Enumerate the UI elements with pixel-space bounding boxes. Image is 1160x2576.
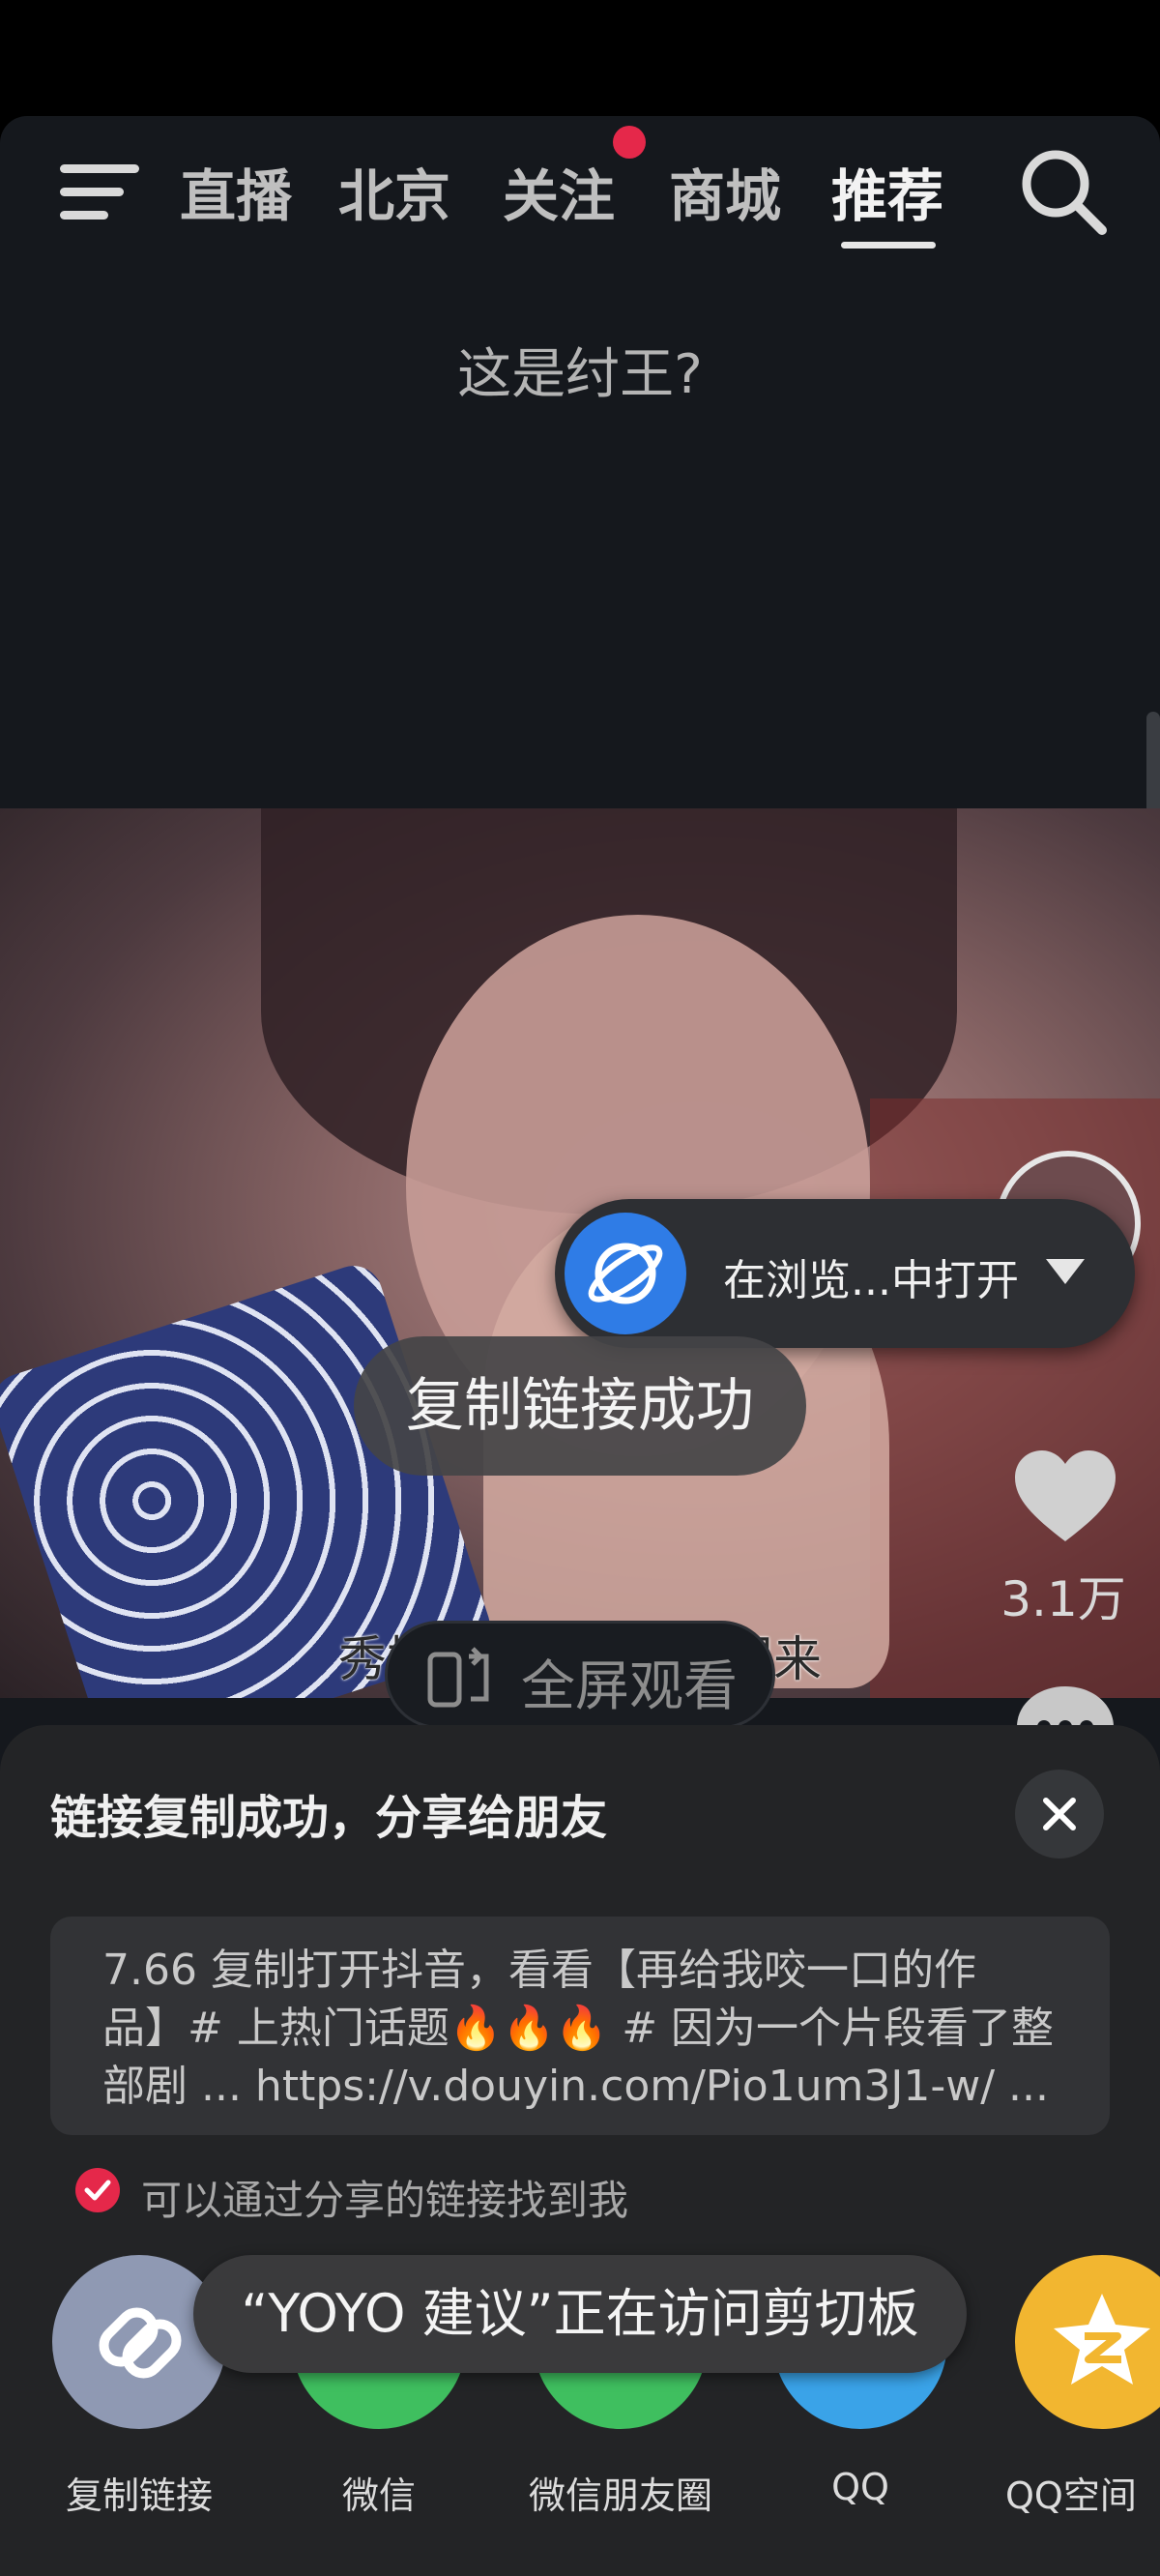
share-label-qzone: QQ空间 [1005,2474,1137,2517]
checkbox-checked-icon[interactable] [75,2168,120,2212]
link-line-2: 品】# 上热门话题🔥🔥🔥 # 因为一个片段看了整 [102,2004,1055,2053]
tab-mall[interactable]: 商城 [669,151,781,232]
tab-recommend[interactable]: 推荐 [831,151,943,232]
copy-success-toast: 复制链接成功 [354,1336,806,1476]
share-label-wechat: 微信 [341,2474,416,2517]
share-link-text[interactable]: 7.66 复制打开抖音，看看【再给我咬一口的作 品】# 上热门话题🔥🔥🔥 # 因… [50,1917,1110,2135]
notification-dot [613,126,646,159]
like-count: 3.1万 [1000,1571,1126,1627]
share-label-copy-link: 复制链接 [65,2474,213,2517]
share-label-qq: QQ [831,2466,889,2508]
active-tab-indicator [841,242,936,249]
link-line-1: 7.66 复制打开抖音，看看【再给我咬一口的作 [102,1946,976,1995]
tab-live[interactable]: 直播 [180,151,292,232]
close-icon [1043,1798,1076,1830]
checkbox-label: 可以通过分享的链接找到我 [141,2177,629,2224]
link-line-3: 部剧 ... https://v.douyin.com/Pio1um3J1-w/… [102,2062,1049,2111]
qzone-icon [1015,2255,1160,2429]
menu-icon[interactable] [60,159,139,226]
search-icon[interactable] [1015,143,1112,240]
tab-beijing[interactable]: 北京 [338,151,450,232]
share-sheet: 链接复制成功，分享给朋友 7.66 复制打开抖音，看看【再给我咬一口的作 品】#… [0,1725,1160,2576]
fullscreen-label: 全屏观看 [521,1655,738,1718]
video-title: 这是纣王? [457,343,703,406]
open-in-browser-label: 在浏览...中打开 [723,1256,1019,1305]
rotate-screen-icon [426,1647,494,1709]
heart-icon[interactable] [1013,1449,1117,1545]
close-button[interactable] [1015,1770,1104,1859]
share-sheet-title: 链接复制成功，分享给朋友 [50,1791,608,1845]
share-label-moments: 微信朋友圈 [528,2474,712,2517]
browser-planet-icon [565,1213,686,1334]
clipboard-access-toast: “YOYO 建议”正在访问剪切板 [193,2255,967,2373]
dropdown-arrow-icon[interactable] [1046,1259,1085,1284]
fullscreen-button[interactable]: 全屏观看 [385,1621,775,1729]
tab-following[interactable]: 关注 [503,151,615,232]
open-in-browser-popup[interactable]: 在浏览...中打开 [555,1199,1135,1348]
